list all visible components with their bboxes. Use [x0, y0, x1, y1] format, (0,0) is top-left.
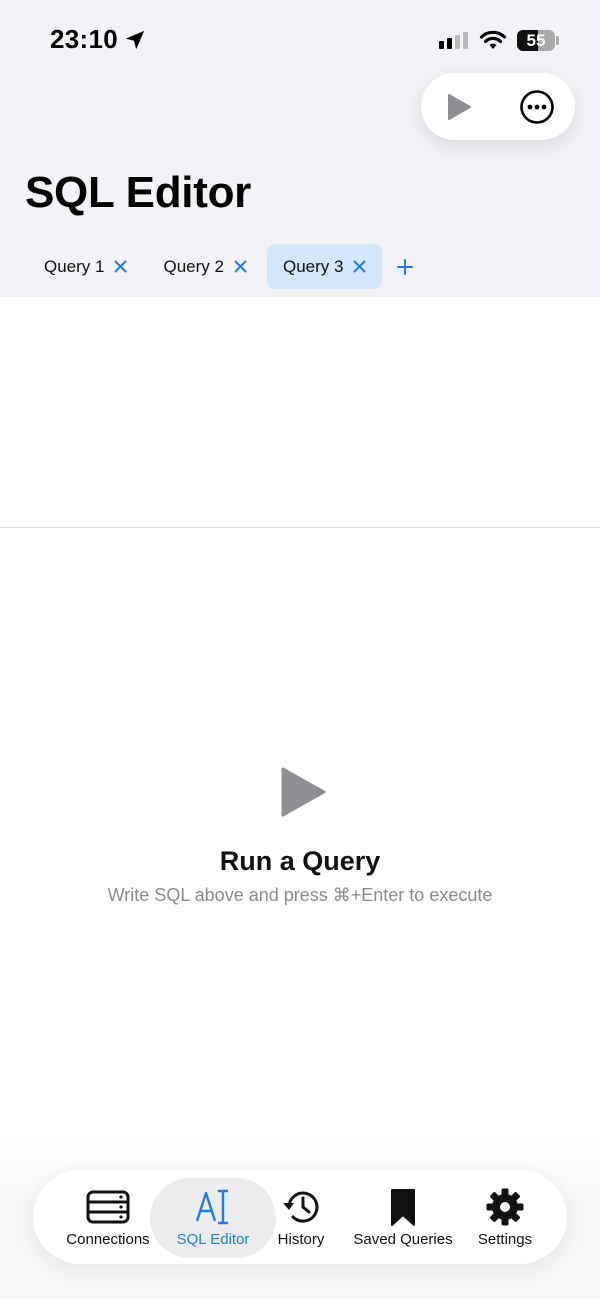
history-clock-icon [283, 1191, 319, 1223]
more-options-button[interactable] [519, 89, 555, 125]
gear-icon [486, 1188, 524, 1226]
tab-bar-label: Saved Queries [353, 1231, 453, 1248]
play-icon [281, 767, 326, 817]
tab-query-3[interactable]: Query 3 [266, 244, 383, 289]
close-icon[interactable] [114, 260, 127, 273]
ellipsis-circle-icon [520, 90, 554, 124]
query-tabs: Query 1 Query 2 Query 3 [28, 244, 420, 289]
tab-bar: Connections SQL Editor History Saved Que… [33, 1170, 567, 1264]
tab-label: Query 3 [282, 256, 344, 276]
tab-bar-label: Connections [66, 1231, 150, 1248]
tab-bar-item-sql-editor[interactable]: SQL Editor [160, 1170, 266, 1264]
tab-label: Query 2 [163, 256, 224, 276]
tab-bar-label: Settings [477, 1231, 533, 1248]
server-icon [86, 1190, 130, 1224]
add-tab-button[interactable] [390, 252, 420, 282]
editor-toolbar [421, 73, 575, 140]
tab-label: Query 1 [44, 256, 105, 276]
battery-percent: 55 [526, 30, 546, 50]
play-icon [448, 94, 471, 120]
status-time: 23:10 [50, 24, 118, 54]
sql-editor-input[interactable] [0, 297, 600, 527]
tab-bar-label: History [277, 1231, 325, 1248]
plus-icon [397, 258, 414, 275]
page-title: SQL Editor [25, 168, 251, 217]
tab-bar-item-saved-queries[interactable]: Saved Queries [345, 1170, 461, 1264]
battery-nub [556, 36, 559, 45]
editor-results-divider[interactable] [0, 527, 600, 528]
battery-icon: 55 [517, 30, 555, 51]
tab-query-1[interactable]: Query 1 [28, 244, 143, 289]
close-icon[interactable] [353, 260, 366, 273]
text-cursor-icon [195, 1189, 228, 1225]
wifi-icon [479, 30, 507, 49]
close-icon[interactable] [234, 260, 247, 273]
location-arrow-icon [125, 30, 145, 50]
empty-state-subtitle: Write SQL above and press ⌘+Enter to exe… [107, 885, 493, 905]
tab-bar-item-settings[interactable]: Settings [467, 1170, 543, 1264]
tab-query-2[interactable]: Query 2 [147, 244, 262, 289]
tab-bar-item-connections[interactable]: Connections [53, 1170, 163, 1264]
tab-bar-label: SQL Editor [176, 1231, 250, 1248]
cellular-signal-icon [439, 32, 468, 49]
tab-bar-item-history[interactable]: History [263, 1170, 339, 1264]
run-query-button[interactable] [441, 89, 477, 125]
empty-state-title: Run a Query [219, 846, 381, 876]
bookmark-icon [391, 1189, 415, 1226]
